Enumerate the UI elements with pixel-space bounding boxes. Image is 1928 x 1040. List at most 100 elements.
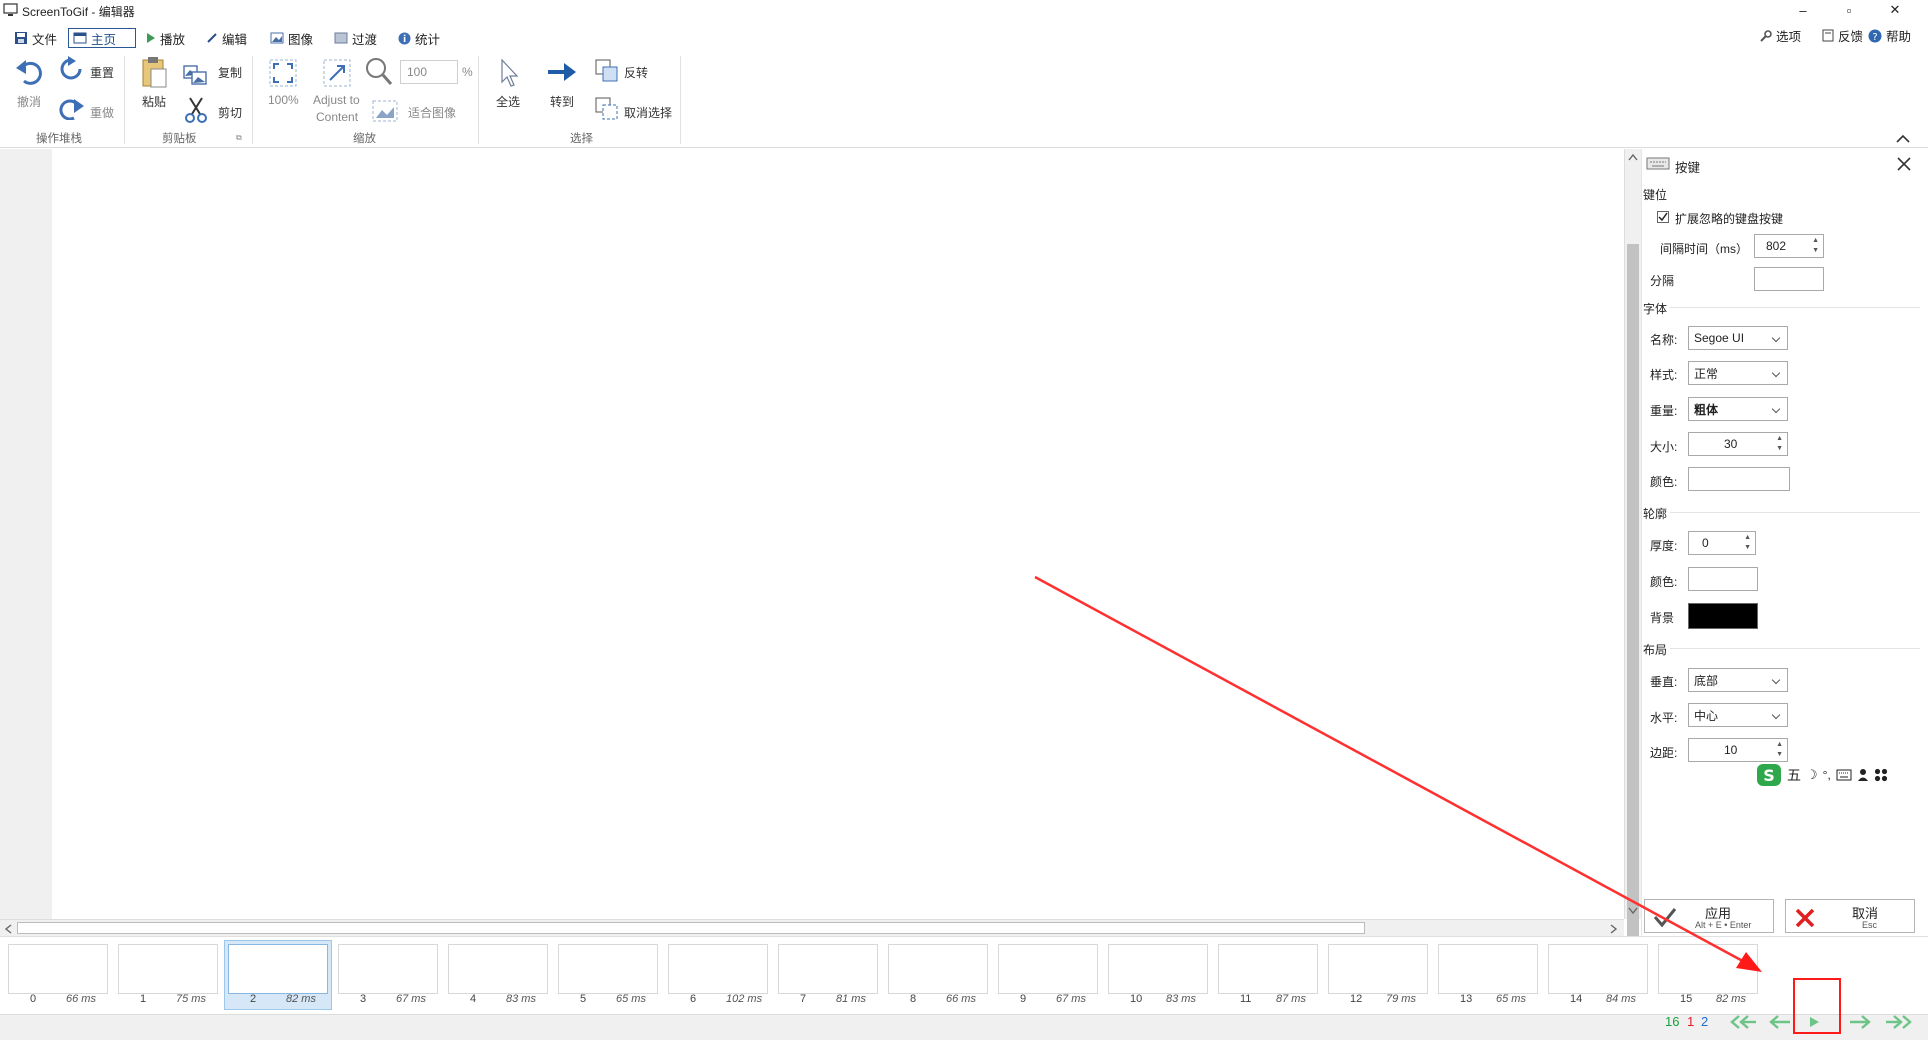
- select-all-icon[interactable]: [498, 58, 520, 88]
- tab-statistics[interactable]: 统计: [394, 28, 444, 48]
- frame-thumbnail[interactable]: [998, 944, 1098, 994]
- frame-thumbnail[interactable]: [118, 944, 218, 994]
- frame-thumbnail[interactable]: [228, 944, 328, 994]
- sogou-logo-icon[interactable]: S: [1756, 763, 1782, 787]
- fit-image-button[interactable]: 适合图像: [408, 104, 456, 121]
- tab-file[interactable]: 文件: [10, 28, 61, 48]
- paste-icon[interactable]: [140, 56, 168, 90]
- frame-thumbnail[interactable]: [668, 944, 768, 994]
- apply-button[interactable]: 应用 Alt + E • Enter: [1644, 899, 1774, 933]
- reset-icon[interactable]: [58, 56, 84, 82]
- options-menu[interactable]: 选项: [1760, 26, 1801, 45]
- select-all-button[interactable]: 全选: [496, 93, 520, 110]
- horizontal-scrollbar[interactable]: [0, 919, 1624, 936]
- deselect-button[interactable]: 取消选择: [624, 104, 672, 121]
- scroll-right-icon[interactable]: [1610, 924, 1618, 934]
- deselect-icon[interactable]: [594, 96, 620, 122]
- margin-input[interactable]: 10 ▲ ▼: [1688, 738, 1788, 762]
- frame-thumbnail[interactable]: [1328, 944, 1428, 994]
- paste-button[interactable]: 粘贴: [142, 93, 166, 110]
- tab-edit[interactable]: 编辑: [202, 28, 251, 48]
- first-frame-icon[interactable]: [1728, 1014, 1758, 1030]
- font-color-picker[interactable]: [1688, 467, 1790, 491]
- scroll-left-icon[interactable]: [4, 924, 12, 934]
- background-color-picker[interactable]: [1688, 603, 1758, 629]
- collapse-ribbon-icon[interactable]: [1896, 134, 1910, 144]
- cancel-button[interactable]: 取消 Esc: [1785, 899, 1915, 933]
- scroll-down-icon[interactable]: [1628, 907, 1638, 915]
- scissors-icon[interactable]: [184, 96, 208, 124]
- go-to-button[interactable]: 转到: [550, 93, 574, 110]
- reset-button[interactable]: 重置: [90, 64, 114, 81]
- tab-image[interactable]: 图像: [266, 28, 317, 48]
- help-menu[interactable]: ? 帮助: [1868, 26, 1911, 45]
- font-name-select[interactable]: Segoe UI: [1688, 326, 1788, 350]
- adjust-to-content-button[interactable]: Adjust to: [313, 93, 360, 107]
- user-icon[interactable]: [1857, 768, 1869, 782]
- redo-button[interactable]: 重做: [90, 104, 114, 121]
- zoom-100-icon[interactable]: [268, 58, 298, 88]
- frame-thumbnail[interactable]: [778, 944, 878, 994]
- font-size-input[interactable]: 30 ▲ ▼: [1688, 432, 1788, 456]
- scroll-up-icon[interactable]: [1628, 153, 1638, 161]
- frame-thumbnail[interactable]: [338, 944, 438, 994]
- redo-icon[interactable]: [58, 96, 84, 120]
- ime-mode[interactable]: 五: [1787, 765, 1801, 785]
- frame-thumbnail[interactable]: [1658, 944, 1758, 994]
- vertical-scrollbar[interactable]: [1624, 149, 1641, 979]
- invert-selection-button[interactable]: 反转: [624, 64, 648, 81]
- adjust-to-content-icon[interactable]: [322, 58, 352, 88]
- previous-frame-icon[interactable]: [1768, 1014, 1794, 1030]
- zoom-100-button[interactable]: 100%: [268, 93, 299, 107]
- vertical-align-select[interactable]: 底部: [1688, 668, 1788, 692]
- font-style-select[interactable]: 正常: [1688, 361, 1788, 385]
- separator-input[interactable]: [1754, 267, 1824, 291]
- horizontal-scroll-thumb[interactable]: [17, 922, 1365, 934]
- go-to-arrow-icon[interactable]: [546, 60, 578, 84]
- frame-thumbnail[interactable]: [1218, 944, 1318, 994]
- close-window-button[interactable]: ✕: [1872, 0, 1918, 20]
- fit-image-icon[interactable]: [372, 100, 398, 122]
- font-size-spinner-icon[interactable]: ▲ ▼: [1776, 434, 1783, 454]
- outline-color-picker[interactable]: [1688, 567, 1758, 591]
- frame-thumbnail[interactable]: [1548, 944, 1648, 994]
- frame-thumbnail[interactable]: [448, 944, 548, 994]
- outline-thickness-spinner-icon[interactable]: ▲ ▼: [1744, 533, 1751, 553]
- vertical-scroll-thumb[interactable]: [1627, 244, 1639, 979]
- soft-keyboard-icon[interactable]: [1836, 769, 1852, 781]
- cut-button[interactable]: 剪切: [218, 104, 242, 121]
- frame-thumbnail[interactable]: [1108, 944, 1208, 994]
- tab-play[interactable]: 播放: [142, 28, 189, 48]
- copy-icon[interactable]: [182, 60, 208, 86]
- play-frames-icon[interactable]: [1808, 1014, 1822, 1030]
- undo-button[interactable]: 撤消: [17, 93, 41, 110]
- invert-selection-icon[interactable]: [594, 58, 620, 84]
- tab-home[interactable]: 主页: [68, 28, 136, 48]
- extended-keys-checkbox[interactable]: [1657, 211, 1669, 223]
- outline-thickness-input[interactable]: 0 ▲ ▼: [1688, 531, 1756, 555]
- frame-thumbnail[interactable]: [888, 944, 988, 994]
- copy-button[interactable]: 复制: [218, 64, 242, 81]
- last-frame-icon[interactable]: [1884, 1014, 1914, 1030]
- feedback-menu[interactable]: 反馈: [1822, 26, 1863, 45]
- font-weight-select[interactable]: 粗体: [1688, 397, 1788, 421]
- interval-input[interactable]: 802 ▲ ▼: [1754, 234, 1824, 258]
- margin-spinner-icon[interactable]: ▲ ▼: [1776, 740, 1783, 760]
- apps-grid-icon[interactable]: [1874, 768, 1888, 782]
- interval-spinner-icon[interactable]: ▲ ▼: [1812, 236, 1819, 256]
- minimize-button[interactable]: –: [1780, 0, 1826, 20]
- moon-icon[interactable]: ☽: [1806, 767, 1818, 783]
- undo-icon[interactable]: [14, 56, 46, 86]
- frame-thumbnail[interactable]: [558, 944, 658, 994]
- punctuation-icon[interactable]: °,: [1823, 768, 1831, 782]
- frame-thumbnail[interactable]: [1438, 944, 1538, 994]
- maximize-button[interactable]: ▫: [1826, 0, 1872, 20]
- tab-transition[interactable]: 过渡: [330, 28, 381, 48]
- zoom-input[interactable]: 100: [400, 60, 458, 84]
- horizontal-align-select[interactable]: 中心: [1688, 703, 1788, 727]
- frame-canvas[interactable]: [52, 149, 1624, 919]
- close-panel-icon[interactable]: [1896, 156, 1912, 172]
- dialog-launcher-icon[interactable]: ⧉: [236, 133, 242, 143]
- frame-thumbnail[interactable]: [8, 944, 108, 994]
- next-frame-icon[interactable]: [1846, 1014, 1872, 1030]
